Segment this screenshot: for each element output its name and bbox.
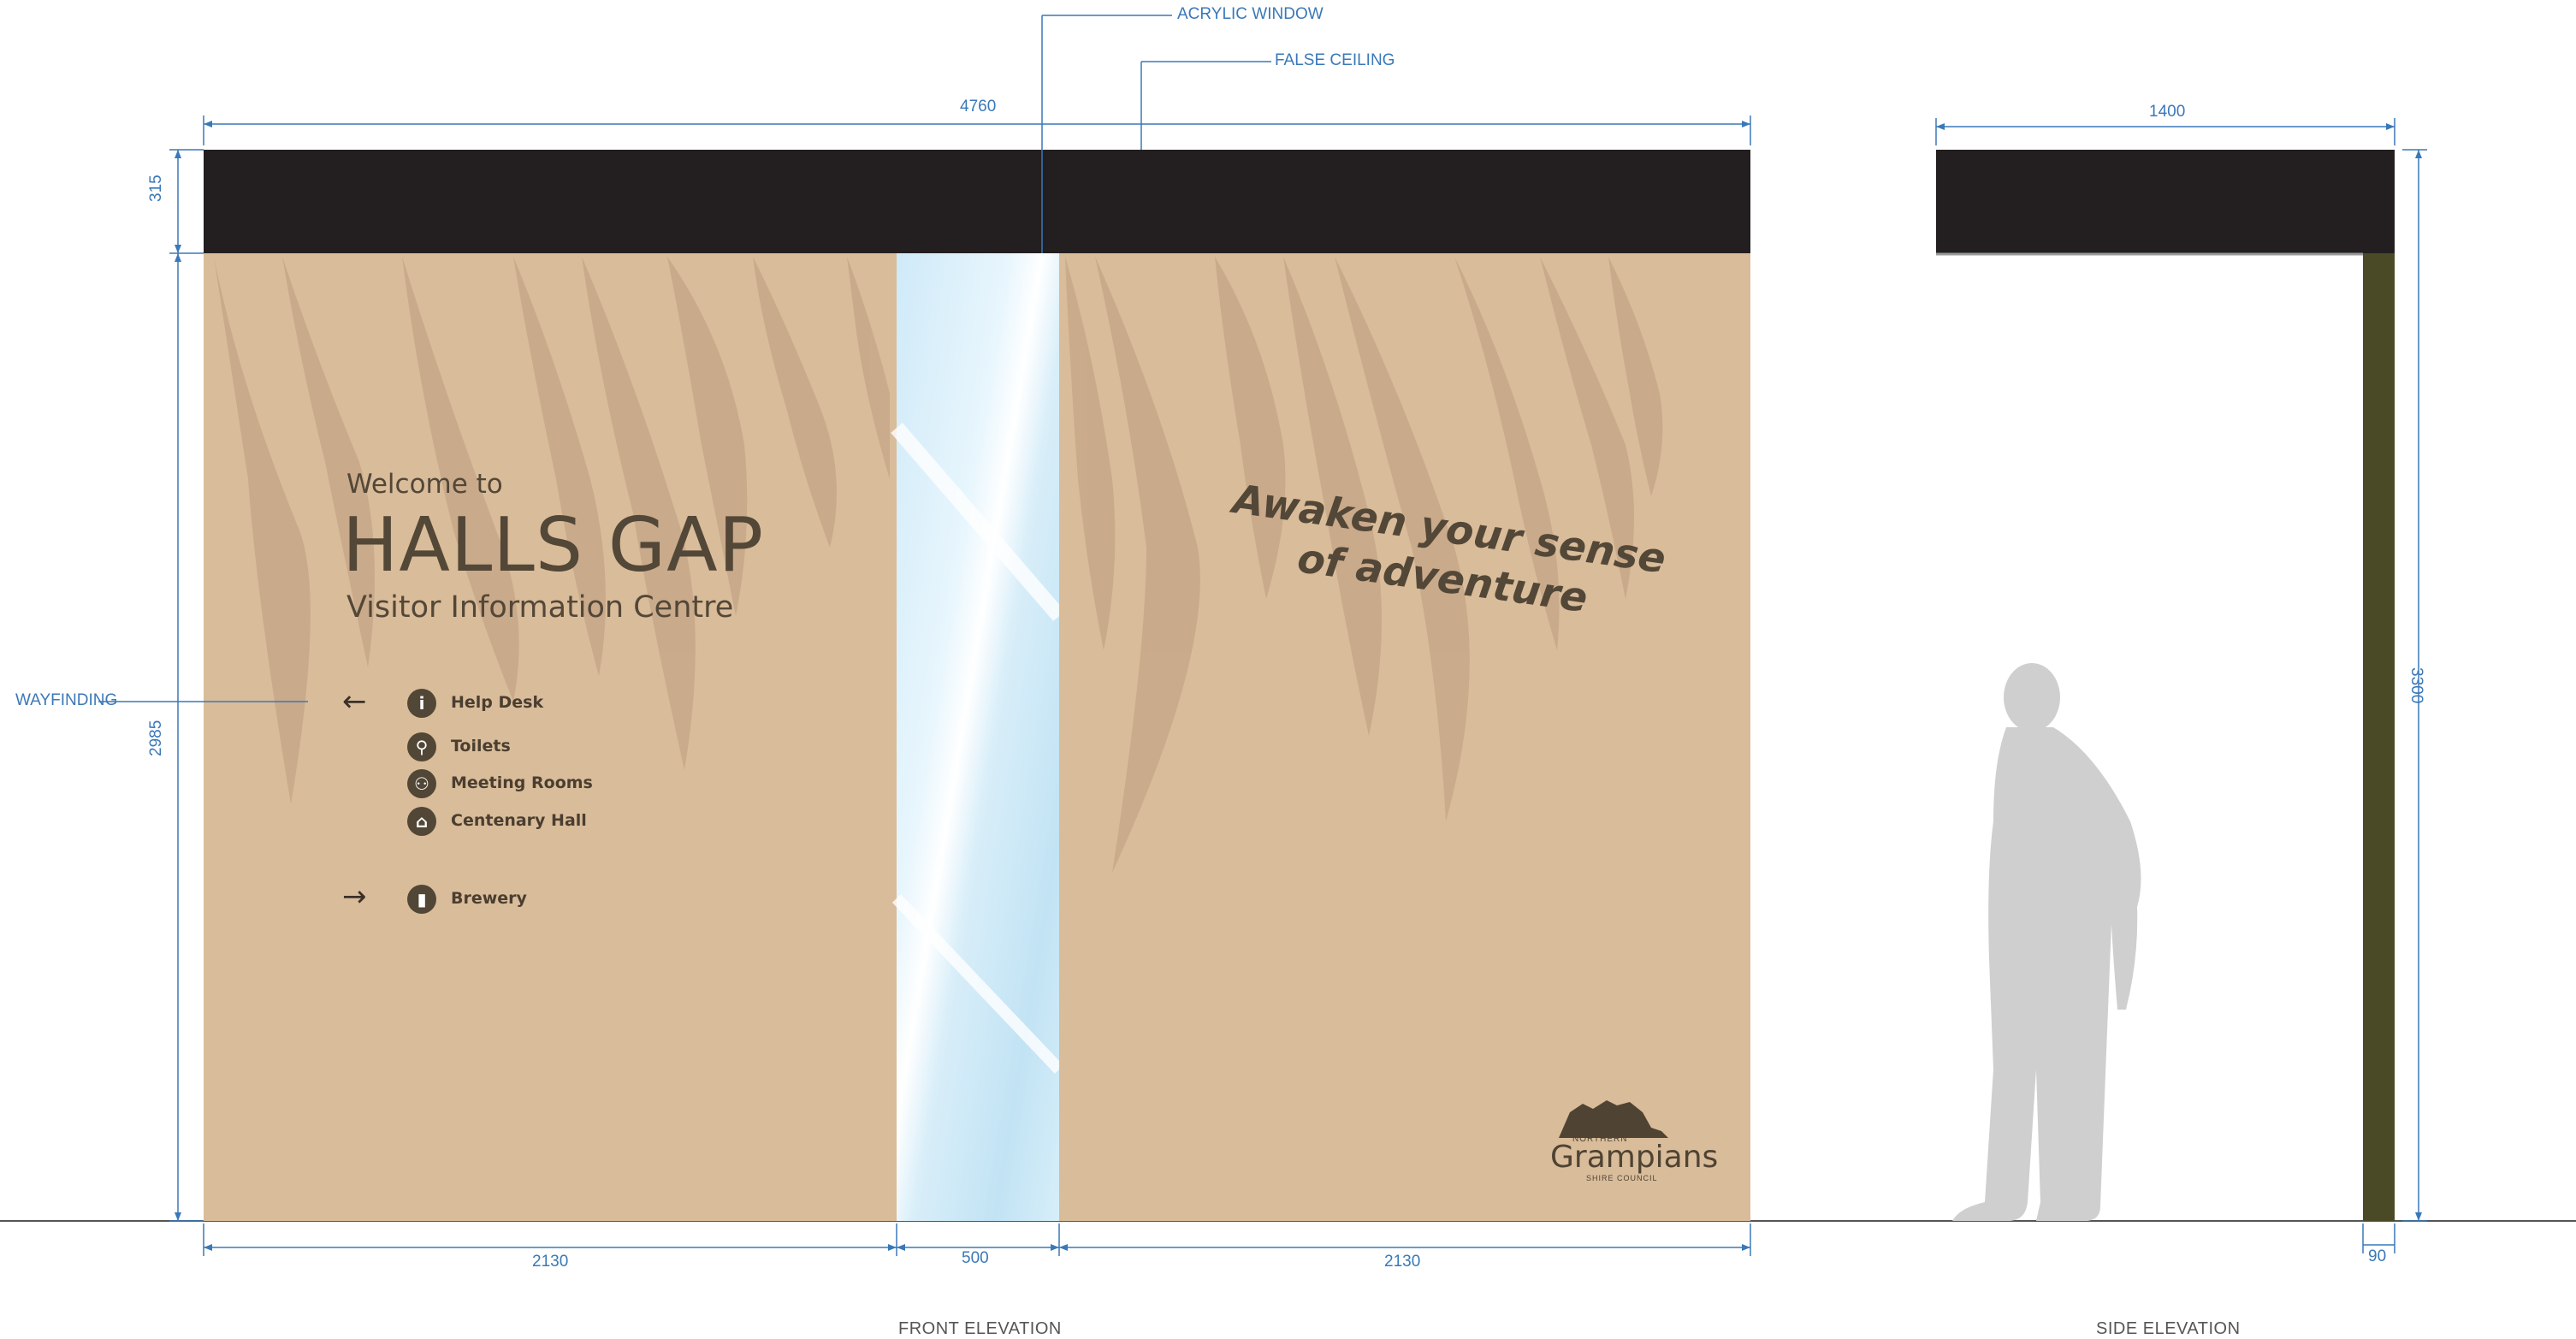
false-ceiling-label: FALSE CEILING [1275,51,1395,69]
meeting-rooms-icon: ⚇ [407,769,436,798]
wayfinding-item-help-desk: Help Desk [451,693,544,712]
right-panel-width-dimension: 2130 [1384,1253,1421,1271]
toilets-icon: ⚲ [407,732,436,761]
wayfinding-item-meeting-rooms: Meeting Rooms [451,773,593,792]
hall-icon: ⌂ [407,807,436,836]
window-width-dimension: 500 [962,1249,989,1267]
wayfinding-label: WAYFINDING [15,691,118,709]
acrylic-window-label: ACRYLIC WINDOW [1177,5,1324,23]
wayfinding-item-brewery: Brewery [451,889,527,908]
panel-height-dimension: 2985 [147,720,165,756]
info-icon: i [407,689,436,718]
ceiling-height-dimension: 315 [147,175,165,202]
logo-grampians: Grampians [1550,1140,1719,1175]
brewery-icon: ▮ [407,885,436,914]
false-ceiling-bar [204,150,1750,253]
arrow-left-icon: ← [342,684,367,719]
acrylic-window [897,253,1059,1221]
sign-subtitle: Visitor Information Centre [346,590,734,625]
side-wall [2363,253,2395,1221]
side-depth-dimension: 90 [2368,1247,2387,1265]
overall-width-dimension: 4760 [960,98,997,116]
welcome-text: Welcome to [346,469,503,500]
left-panel-width-dimension: 2130 [532,1253,569,1271]
human-silhouette [1952,663,2141,1221]
side-width-dimension: 1400 [2149,103,2186,121]
side-height-dimension: 3300 [2407,667,2425,704]
wayfinding-item-toilets: Toilets [451,737,511,755]
logo-shire-council: SHIRE COUNCIL [1586,1174,1658,1182]
wayfinding-item-centenary-hall: Centenary Hall [451,811,587,830]
arrow-right-icon: → [342,880,367,914]
elevation-drawing [0,15,2576,1256]
sign-title: HALLS GAP [342,501,765,589]
side-ceiling-bar [1936,150,2395,253]
